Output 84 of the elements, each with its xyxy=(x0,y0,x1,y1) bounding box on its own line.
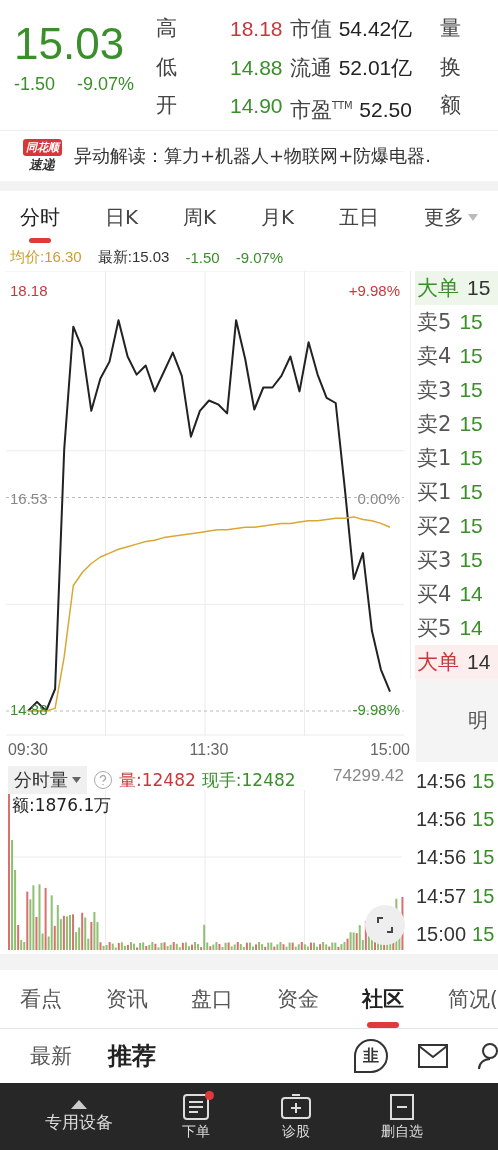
trade-detail-row-text: 14:57 15 xyxy=(416,884,496,908)
mail-icon[interactable] xyxy=(418,1044,448,1068)
order-book-row[interactable]: 卖1 15 xyxy=(415,441,498,475)
metric-label: 量 xyxy=(440,15,462,42)
order-book-row[interactable]: 卖2 15 xyxy=(415,407,498,441)
metric-label: 换 xyxy=(440,53,462,81)
legend-item: 最新:15.03 xyxy=(97,247,170,267)
community-tab[interactable]: 推荐 xyxy=(108,1040,156,1072)
time-axis-label: 11:30 xyxy=(189,741,229,758)
metric-value: 54.42亿 xyxy=(338,17,413,40)
trade-detail-row-text: 14:56 15 xyxy=(416,808,496,832)
legend-item: -9.07% xyxy=(235,248,284,266)
order-book-row[interactable]: 买2 15 xyxy=(415,509,498,543)
stat-label: 高 xyxy=(156,15,178,42)
metric-label: 流通 xyxy=(290,55,332,80)
community-tab[interactable]: 最新 xyxy=(30,1042,72,1070)
price-axis-label: 18.18 xyxy=(10,282,48,299)
briefcase-plus-icon xyxy=(279,1092,312,1121)
metric-value: 52.01亿 xyxy=(338,55,413,79)
stat-label: 开 xyxy=(156,92,178,120)
percent-axis-label: -9.98% xyxy=(352,701,400,718)
order-book-row[interactable]: 大单 14 xyxy=(415,645,498,679)
toolbar-item[interactable]: 诊股 xyxy=(279,1092,312,1141)
section-tab[interactable]: 看点 xyxy=(20,970,62,1028)
metric-label: 市值 xyxy=(290,17,332,41)
caret-icon xyxy=(468,213,478,221)
section-tab[interactable]: 盘口 xyxy=(191,970,234,1028)
trade-detail-row-text: 14:56 15 xyxy=(416,769,496,793)
news-logo: 同花顺 速递 xyxy=(20,138,64,174)
volume-max-label: 74299.42 xyxy=(333,766,404,786)
amount-reading: 额:1876.1万 xyxy=(12,794,112,817)
metric-label: 市盈$^{TTM}$ xyxy=(290,98,353,123)
order-book-row[interactable]: 买1 15 xyxy=(415,475,498,509)
legend-item: 均价:16.30 xyxy=(10,247,82,267)
trade-detail-row-text: 15:00 15 xyxy=(416,923,496,947)
minus-square-icon xyxy=(389,1092,416,1121)
price-change: -1.50 xyxy=(14,74,56,95)
triangle-up-icon xyxy=(70,1099,87,1109)
section-tab[interactable]: 社区 xyxy=(362,970,405,1028)
period-tab[interactable]: 月K xyxy=(251,191,305,243)
toolbar-item[interactable]: 专用设备 xyxy=(44,1099,113,1134)
toolbar-item[interactable]: 删自选 xyxy=(381,1092,424,1141)
order-book-row[interactable]: 买4 14 xyxy=(415,577,498,611)
metric-label: 额 xyxy=(440,92,462,120)
period-tab[interactable]: 更多 xyxy=(414,191,488,243)
stat-value: 14.90 xyxy=(230,93,284,120)
period-tab[interactable]: 五日 xyxy=(329,191,390,243)
volume-reading: 量:12482 xyxy=(119,768,196,792)
order-book-row[interactable]: 卖4 15 xyxy=(415,339,498,373)
time-axis-label: 09:30 xyxy=(8,741,48,758)
order-book-row[interactable]: 买3 15 xyxy=(415,543,498,577)
trade-detail-row-text: 14:56 15 xyxy=(416,846,496,870)
section-tab[interactable]: 简况( xyxy=(447,970,498,1028)
caret-icon xyxy=(72,777,81,783)
legend-item: -1.50 xyxy=(185,248,220,266)
percent-axis-label: 0.00% xyxy=(357,489,400,507)
stat-label: 低 xyxy=(156,53,178,81)
details-header[interactable]: 明 xyxy=(416,679,498,762)
last-price: 15.03 xyxy=(14,18,126,70)
order-book-row[interactable]: 卖5 15 xyxy=(415,305,498,339)
price-axis-label: 16.53 xyxy=(10,489,48,507)
order-book-row[interactable]: 买5 14 xyxy=(415,611,498,645)
fullscreen-icon[interactable] xyxy=(364,904,406,946)
document-icon xyxy=(182,1092,211,1121)
period-tab[interactable]: 日K xyxy=(94,191,149,243)
news-headline[interactable]: 异动解读：算力+机器人+物联网+防爆电器. xyxy=(74,144,431,168)
period-tab[interactable]: 分时 xyxy=(10,191,70,243)
section-tab[interactable]: 资讯 xyxy=(105,970,148,1028)
percent-change: -9.07% xyxy=(77,74,135,95)
section-tab[interactable]: 资金 xyxy=(276,970,319,1028)
price-axis-label: 14.88 xyxy=(10,701,48,718)
order-book-row[interactable]: 卖3 15 xyxy=(415,373,498,407)
toolbar-item[interactable]: 下单 xyxy=(182,1092,211,1141)
percent-axis-label: +9.98% xyxy=(348,282,400,299)
order-book-row[interactable]: 大单 15 xyxy=(415,271,498,305)
community-logo-icon[interactable]: 韭 xyxy=(354,1039,388,1073)
time-axis-label: 15:00 xyxy=(370,741,410,758)
period-tab[interactable]: 周K xyxy=(172,191,227,243)
user-icon[interactable] xyxy=(478,1042,498,1070)
hand-reading: 现手:12482 xyxy=(201,768,296,792)
stat-value: 14.88 xyxy=(230,54,284,81)
volume-mode-dropdown[interactable]: 分时量 xyxy=(8,766,87,794)
stat-value: 18.18 xyxy=(230,16,284,42)
metric-value: 52.50 xyxy=(359,98,412,122)
